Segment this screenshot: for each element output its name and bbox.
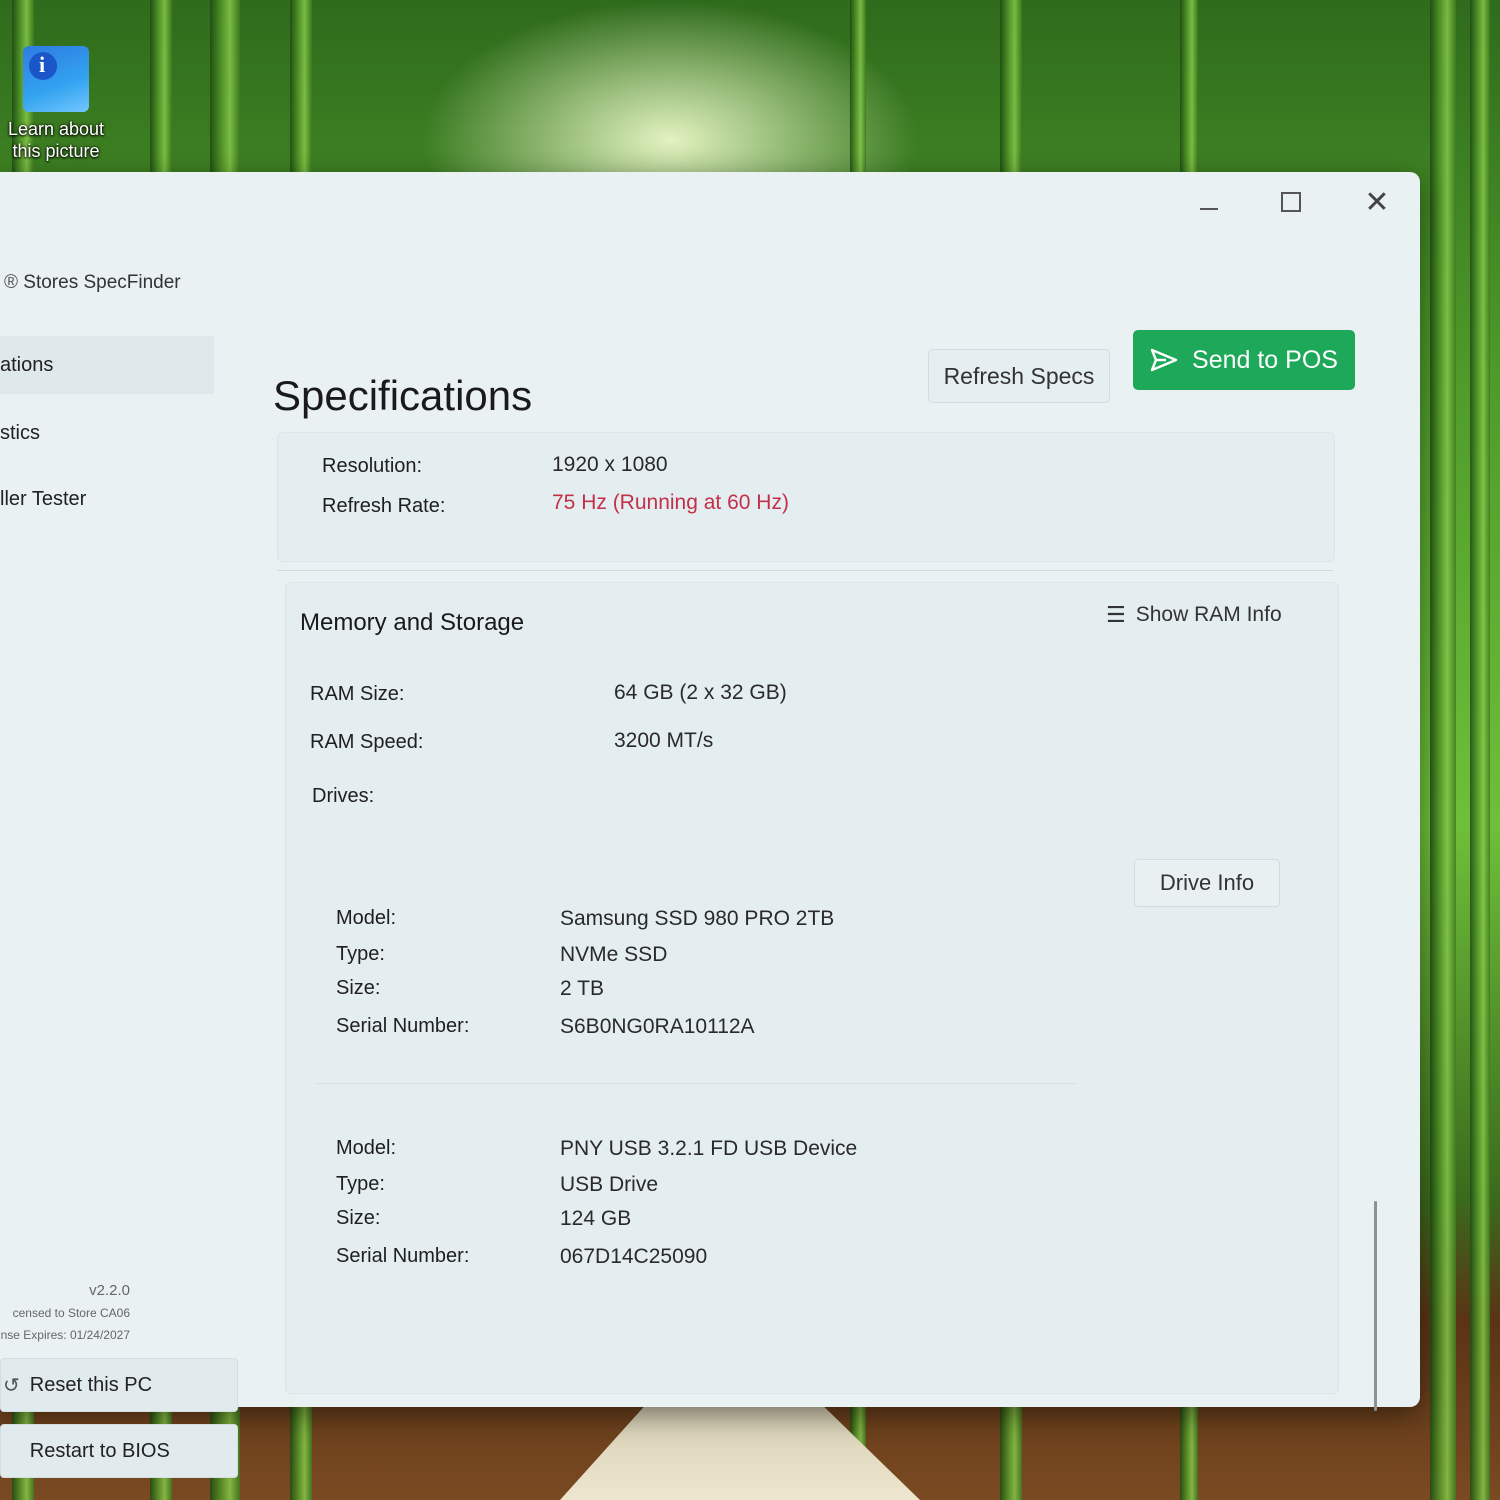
- window-title: ® Stores SpecFinder: [4, 272, 181, 294]
- refresh-rate-label: Refresh Rate:: [322, 495, 446, 517]
- main-panel: Specifications Refresh Specs Send to POS…: [245, 322, 1395, 1411]
- bamboo-stalk: [1470, 0, 1490, 1500]
- resolution-value: 1920 x 1080: [552, 453, 668, 476]
- drives-label: Drives:: [312, 785, 375, 807]
- memory-storage-title: Memory and Storage: [300, 609, 525, 636]
- bamboo-stalk: [1430, 0, 1456, 1500]
- section-divider: [277, 570, 1333, 571]
- drive-size-label: Size:: [336, 977, 381, 999]
- close-button[interactable]: ✕: [1354, 182, 1400, 222]
- drive-info-button[interactable]: Drive Info: [1134, 859, 1280, 907]
- specfinder-window: ® Stores SpecFinder ✕ ations stics ller …: [0, 172, 1420, 1478]
- sidebar-item-label: stics: [0, 421, 40, 444]
- reset-pc-label: Reset this PC: [29, 1373, 153, 1396]
- maximize-icon: [1281, 192, 1301, 212]
- drive-type-label: Type:: [336, 1173, 385, 1195]
- send-to-pos-label: Send to POS: [1192, 345, 1338, 374]
- shortcut-label-line2: this picture: [12, 141, 100, 161]
- ram-size-label: RAM Size:: [310, 683, 405, 705]
- drive-serial-value: S6B0NG0RA10112A: [560, 1015, 755, 1038]
- refresh-specs-label: Refresh Specs: [943, 362, 1095, 389]
- license-expiry-text: nse Expires: 01/24/2027: [0, 1328, 130, 1342]
- display-specs-card: Resolution: 1920 x 1080 Refresh Rate: 75…: [277, 432, 1335, 562]
- drive-serial-label: Serial Number:: [336, 1245, 470, 1267]
- version-info: v2.2.0 censed to Store CA06 nse Expires:…: [0, 1280, 130, 1346]
- refresh-specs-button[interactable]: Refresh Specs: [928, 349, 1110, 403]
- drive-model-label: Model:: [336, 1137, 397, 1159]
- drive-type-value: USB Drive: [560, 1173, 659, 1196]
- drive-model-value: PNY USB 3.2.1 FD USB Device: [560, 1137, 858, 1160]
- drive-entry: Model: PNY USB 3.2.1 FD USB Device Type:…: [314, 1123, 1074, 1283]
- drive-entry: Model: Samsung SSD 980 PRO 2TB Type: NVM…: [314, 893, 1074, 1053]
- learn-about-picture-shortcut[interactable]: Learn about this picture: [6, 40, 106, 162]
- window-title-text: Stores SpecFinder: [23, 272, 181, 293]
- app-logo-icon: ®: [4, 272, 18, 293]
- drive-size-value: 124 GB: [560, 1207, 632, 1230]
- drive-separator: [316, 1083, 1076, 1084]
- close-icon: ✕: [1364, 185, 1390, 219]
- drive-model-value: Samsung SSD 980 PRO 2TB: [560, 907, 835, 930]
- restart-bios-button[interactable]: ↻ Restart to BIOS: [0, 1424, 238, 1478]
- drive-serial-label: Serial Number:: [336, 1015, 470, 1037]
- maximize-button[interactable]: [1268, 182, 1314, 222]
- show-ram-info-button[interactable]: ☰ Show RAM Info: [1106, 593, 1302, 637]
- reset-pc-button[interactable]: ↺ Reset this PC: [0, 1358, 238, 1412]
- drive-info-label: Drive Info: [1159, 870, 1255, 895]
- drive-type-label: Type:: [336, 943, 385, 965]
- restart-bios-label: Restart to BIOS: [29, 1439, 170, 1462]
- sidebar: ations stics ller Tester v2.2.0 censed t…: [0, 322, 238, 1478]
- version-text: v2.2.0: [89, 1282, 130, 1299]
- sidebar-item-label: ations: [0, 353, 54, 376]
- reset-icon: ↺: [3, 1374, 20, 1397]
- minimize-icon: [1200, 208, 1218, 210]
- refresh-rate-value: 75 Hz (Running at 60 Hz): [552, 491, 789, 514]
- page-title: Specifications: [273, 372, 533, 419]
- info-picture-icon: [23, 46, 89, 112]
- send-to-pos-button[interactable]: Send to POS: [1133, 330, 1355, 390]
- drive-size-label: Size:: [336, 1207, 381, 1229]
- license-text: censed to Store CA06: [12, 1306, 130, 1320]
- title-bar[interactable]: ® Stores SpecFinder ✕: [0, 172, 1420, 322]
- list-icon: ☰: [1106, 602, 1126, 627]
- drive-serial-value: 067D14C25090: [560, 1245, 708, 1268]
- minimize-button[interactable]: [1186, 182, 1232, 222]
- show-ram-info-label: Show RAM Info: [1135, 603, 1282, 626]
- sidebar-item-diagnostics[interactable]: stics: [0, 404, 214, 462]
- ram-size-value: 64 GB (2 x 32 GB): [614, 681, 787, 704]
- send-icon: [1150, 348, 1178, 372]
- memory-storage-card: Memory and Storage ☰ Show RAM Info RAM S…: [285, 582, 1377, 1411]
- ram-speed-value: 3200 MT/s: [614, 729, 714, 752]
- sidebar-item-label: ller Tester: [0, 487, 87, 510]
- drive-size-value: 2 TB: [560, 977, 604, 1000]
- drive-model-label: Model:: [336, 907, 397, 929]
- sidebar-item-controller-tester[interactable]: ller Tester: [0, 470, 214, 528]
- drives-scrollbar[interactable]: [1374, 1201, 1377, 1411]
- drive-type-value: NVMe SSD: [560, 943, 668, 966]
- shortcut-label: Learn about this picture: [6, 118, 106, 162]
- shortcut-label-line1: Learn about: [7, 119, 105, 139]
- ram-speed-label: RAM Speed:: [310, 731, 424, 753]
- sidebar-item-specifications[interactable]: ations: [0, 336, 214, 394]
- resolution-label: Resolution:: [322, 455, 423, 477]
